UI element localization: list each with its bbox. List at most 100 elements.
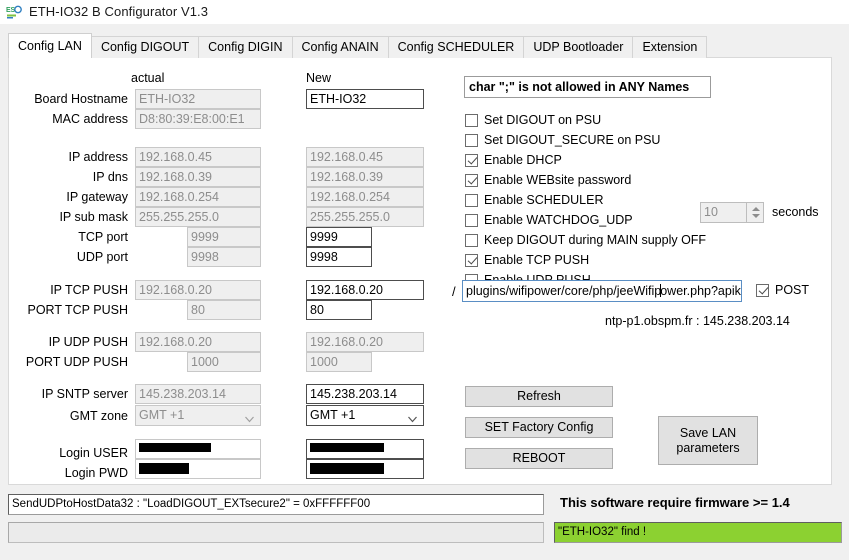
checkbox-set-digout-secure-on-psu[interactable]: Set DIGOUT_SECURE on PSU bbox=[465, 133, 660, 147]
checkbox-label: Enable SCHEDULER bbox=[484, 193, 604, 207]
save-lan-label-line1: Save LAN bbox=[679, 425, 737, 440]
new-login-user-input[interactable] bbox=[306, 439, 424, 459]
checkbox-keep-digout-main-supply-off[interactable]: Keep DIGOUT during MAIN supply OFF bbox=[465, 233, 706, 247]
tab-config-lan[interactable]: Config LAN bbox=[8, 33, 92, 58]
new-ip-gateway-input[interactable]: 192.168.0.254 bbox=[306, 187, 424, 207]
actual-ip-address-field: 192.168.0.45 bbox=[135, 147, 261, 167]
checkbox-label: Set DIGOUT_SECURE on PSU bbox=[484, 133, 661, 147]
checkbox-box-icon bbox=[465, 133, 478, 147]
tab-config-anain[interactable]: Config ANAIN bbox=[291, 36, 389, 58]
column-header-actual: actual bbox=[131, 71, 165, 85]
checkbox-label: Enable TCP PUSH bbox=[484, 253, 590, 267]
actual-gmt-zone-value: GMT +1 bbox=[139, 408, 185, 422]
checkbox-enable-website-password[interactable]: Enable WEBsite password bbox=[465, 173, 631, 187]
tab-config-digin[interactable]: Config DIGIN bbox=[198, 36, 293, 58]
actual-login-pwd-field bbox=[135, 459, 261, 479]
new-port-udp-push-input[interactable]: 1000 bbox=[306, 352, 372, 372]
spinner-arrows[interactable] bbox=[746, 203, 763, 222]
new-ip-sub-mask-input[interactable]: 255.255.255.0 bbox=[306, 207, 424, 227]
checkbox-label: Enable WATCHDOG_UDP bbox=[484, 213, 633, 227]
push-url-input[interactable]: plugins/wifipower/core/php/jeeWifipower.… bbox=[462, 280, 742, 302]
log-status-field-2 bbox=[8, 522, 544, 543]
push-url-text-before-caret: plugins/wifipower/core/php/jeeWifip bbox=[466, 284, 662, 298]
new-ip-tcp-push-input[interactable]: 192.168.0.20 bbox=[306, 280, 424, 300]
checkbox-enable-watchdog-udp[interactable]: Enable WATCHDOG_UDP bbox=[465, 213, 633, 227]
tab-config-scheduler[interactable]: Config SCHEDULER bbox=[387, 36, 525, 58]
new-udp-port-input[interactable]: 9998 bbox=[306, 247, 372, 267]
new-ip-udp-push-input[interactable]: 192.168.0.20 bbox=[306, 332, 424, 352]
redaction-bar bbox=[310, 443, 384, 452]
label-ip-sub-mask: IP sub mask bbox=[59, 210, 128, 224]
label-udp-port: UDP port bbox=[76, 250, 128, 264]
actual-ip-tcp-push-field: 192.168.0.20 bbox=[135, 280, 261, 300]
new-ip-dns-input[interactable]: 192.168.0.39 bbox=[306, 167, 424, 187]
redaction-bar bbox=[310, 463, 384, 474]
checkbox-enable-scheduler[interactable]: Enable SCHEDULER bbox=[465, 193, 604, 207]
label-mac-address: MAC address bbox=[52, 112, 128, 126]
checkbox-label: Enable DHCP bbox=[484, 153, 562, 167]
label-login-pwd: Login PWD bbox=[64, 466, 128, 480]
new-login-pwd-input[interactable] bbox=[306, 459, 424, 479]
new-tcp-port-input[interactable]: 9999 bbox=[306, 227, 372, 247]
new-ip-address-input[interactable]: 192.168.0.45 bbox=[306, 147, 424, 167]
push-url-text-after-caret: ower.php?apik bbox=[660, 284, 741, 298]
checkbox-box-icon bbox=[465, 193, 478, 207]
actual-ip-udp-push-field: 192.168.0.20 bbox=[135, 332, 261, 352]
tab-bar: Config LAN Config DIGOUT Config DIGIN Co… bbox=[8, 33, 708, 58]
actual-ip-sub-mask-field: 255.255.255.0 bbox=[135, 207, 261, 227]
ntp-server-note: ntp-p1.obspm.fr : 145.238.203.14 bbox=[605, 314, 790, 328]
label-ip-udp-push: IP UDP PUSH bbox=[48, 335, 128, 349]
watchdog-seconds-value: 10 bbox=[704, 205, 718, 219]
checkbox-enable-tcp-push[interactable]: Enable TCP PUSH bbox=[465, 253, 589, 267]
actual-ip-gateway-field: 192.168.0.254 bbox=[135, 187, 261, 207]
firmware-requirement-note: This software require firmware >= 1.4 bbox=[560, 495, 790, 510]
window-titlebar: E S ETH-IO32 B Configurator V1.3 bbox=[0, 0, 849, 24]
actual-board-hostname-field: ETH-IO32 bbox=[135, 89, 261, 109]
label-tcp-port: TCP port bbox=[78, 230, 128, 244]
new-board-hostname-input[interactable]: ETH-IO32 bbox=[306, 89, 424, 109]
label-port-udp-push: PORT UDP PUSH bbox=[25, 355, 128, 369]
actual-gmt-zone-select: GMT +1 bbox=[135, 405, 261, 426]
checkbox-post[interactable]: POST bbox=[756, 283, 809, 297]
device-found-status-bar: "ETH-IO32" find ! bbox=[554, 522, 842, 543]
new-ip-sntp-server-input[interactable]: 145.238.203.14 bbox=[306, 384, 424, 404]
new-port-tcp-push-input[interactable]: 80 bbox=[306, 300, 372, 320]
actual-ip-sntp-server-field: 145.238.203.14 bbox=[135, 384, 261, 404]
new-gmt-zone-select[interactable]: GMT +1 bbox=[306, 405, 424, 426]
checkbox-enable-dhcp[interactable]: Enable DHCP bbox=[465, 153, 562, 167]
reboot-button[interactable]: REBOOT bbox=[465, 448, 613, 469]
checkbox-box-icon bbox=[756, 283, 769, 297]
actual-ip-dns-field: 192.168.0.39 bbox=[135, 167, 261, 187]
label-ip-dns: IP dns bbox=[92, 170, 128, 184]
checkbox-label: Enable WEBsite password bbox=[484, 173, 632, 187]
label-port-tcp-push: PORT TCP PUSH bbox=[27, 303, 129, 317]
tab-extension[interactable]: Extension bbox=[632, 36, 708, 58]
spinner-down-icon[interactable] bbox=[752, 214, 760, 218]
app-logo-icon: E S bbox=[6, 4, 22, 20]
refresh-button[interactable]: Refresh bbox=[465, 386, 613, 407]
spinner-up-icon[interactable] bbox=[752, 207, 760, 211]
checkbox-box-icon bbox=[465, 233, 478, 247]
tab-config-digout[interactable]: Config DIGOUT bbox=[90, 36, 200, 58]
actual-port-udp-push-field: 1000 bbox=[187, 352, 261, 372]
checkbox-label: Keep DIGOUT during MAIN supply OFF bbox=[484, 233, 707, 247]
checkbox-label: POST bbox=[775, 283, 810, 297]
tab-udp-bootloader[interactable]: UDP Bootloader bbox=[523, 36, 634, 58]
label-ip-sntp-server: IP SNTP server bbox=[41, 387, 128, 401]
save-lan-parameters-button[interactable]: Save LAN parameters bbox=[658, 416, 758, 465]
actual-port-tcp-push-field: 80 bbox=[187, 300, 261, 320]
log-status-field: SendUDPtoHostData32 : "LoadDIGOUT_EXTsec… bbox=[8, 494, 544, 515]
column-header-new: New bbox=[306, 71, 332, 85]
label-login-user: Login USER bbox=[59, 446, 128, 460]
url-slash-separator: / bbox=[452, 284, 456, 299]
checkbox-label: Set DIGOUT on PSU bbox=[484, 113, 602, 127]
actual-udp-port-field: 9998 bbox=[187, 247, 261, 267]
checkbox-set-digout-on-psu[interactable]: Set DIGOUT on PSU bbox=[465, 113, 601, 127]
checkbox-box-icon bbox=[465, 153, 478, 167]
label-gmt-zone: GMT zone bbox=[69, 409, 128, 423]
checkbox-box-icon bbox=[465, 173, 478, 187]
new-gmt-zone-value: GMT +1 bbox=[310, 408, 356, 422]
watchdog-seconds-spinner[interactable]: 10 bbox=[700, 202, 764, 223]
set-factory-config-button[interactable]: SET Factory Config bbox=[465, 417, 613, 438]
chevron-down-icon bbox=[245, 411, 254, 423]
